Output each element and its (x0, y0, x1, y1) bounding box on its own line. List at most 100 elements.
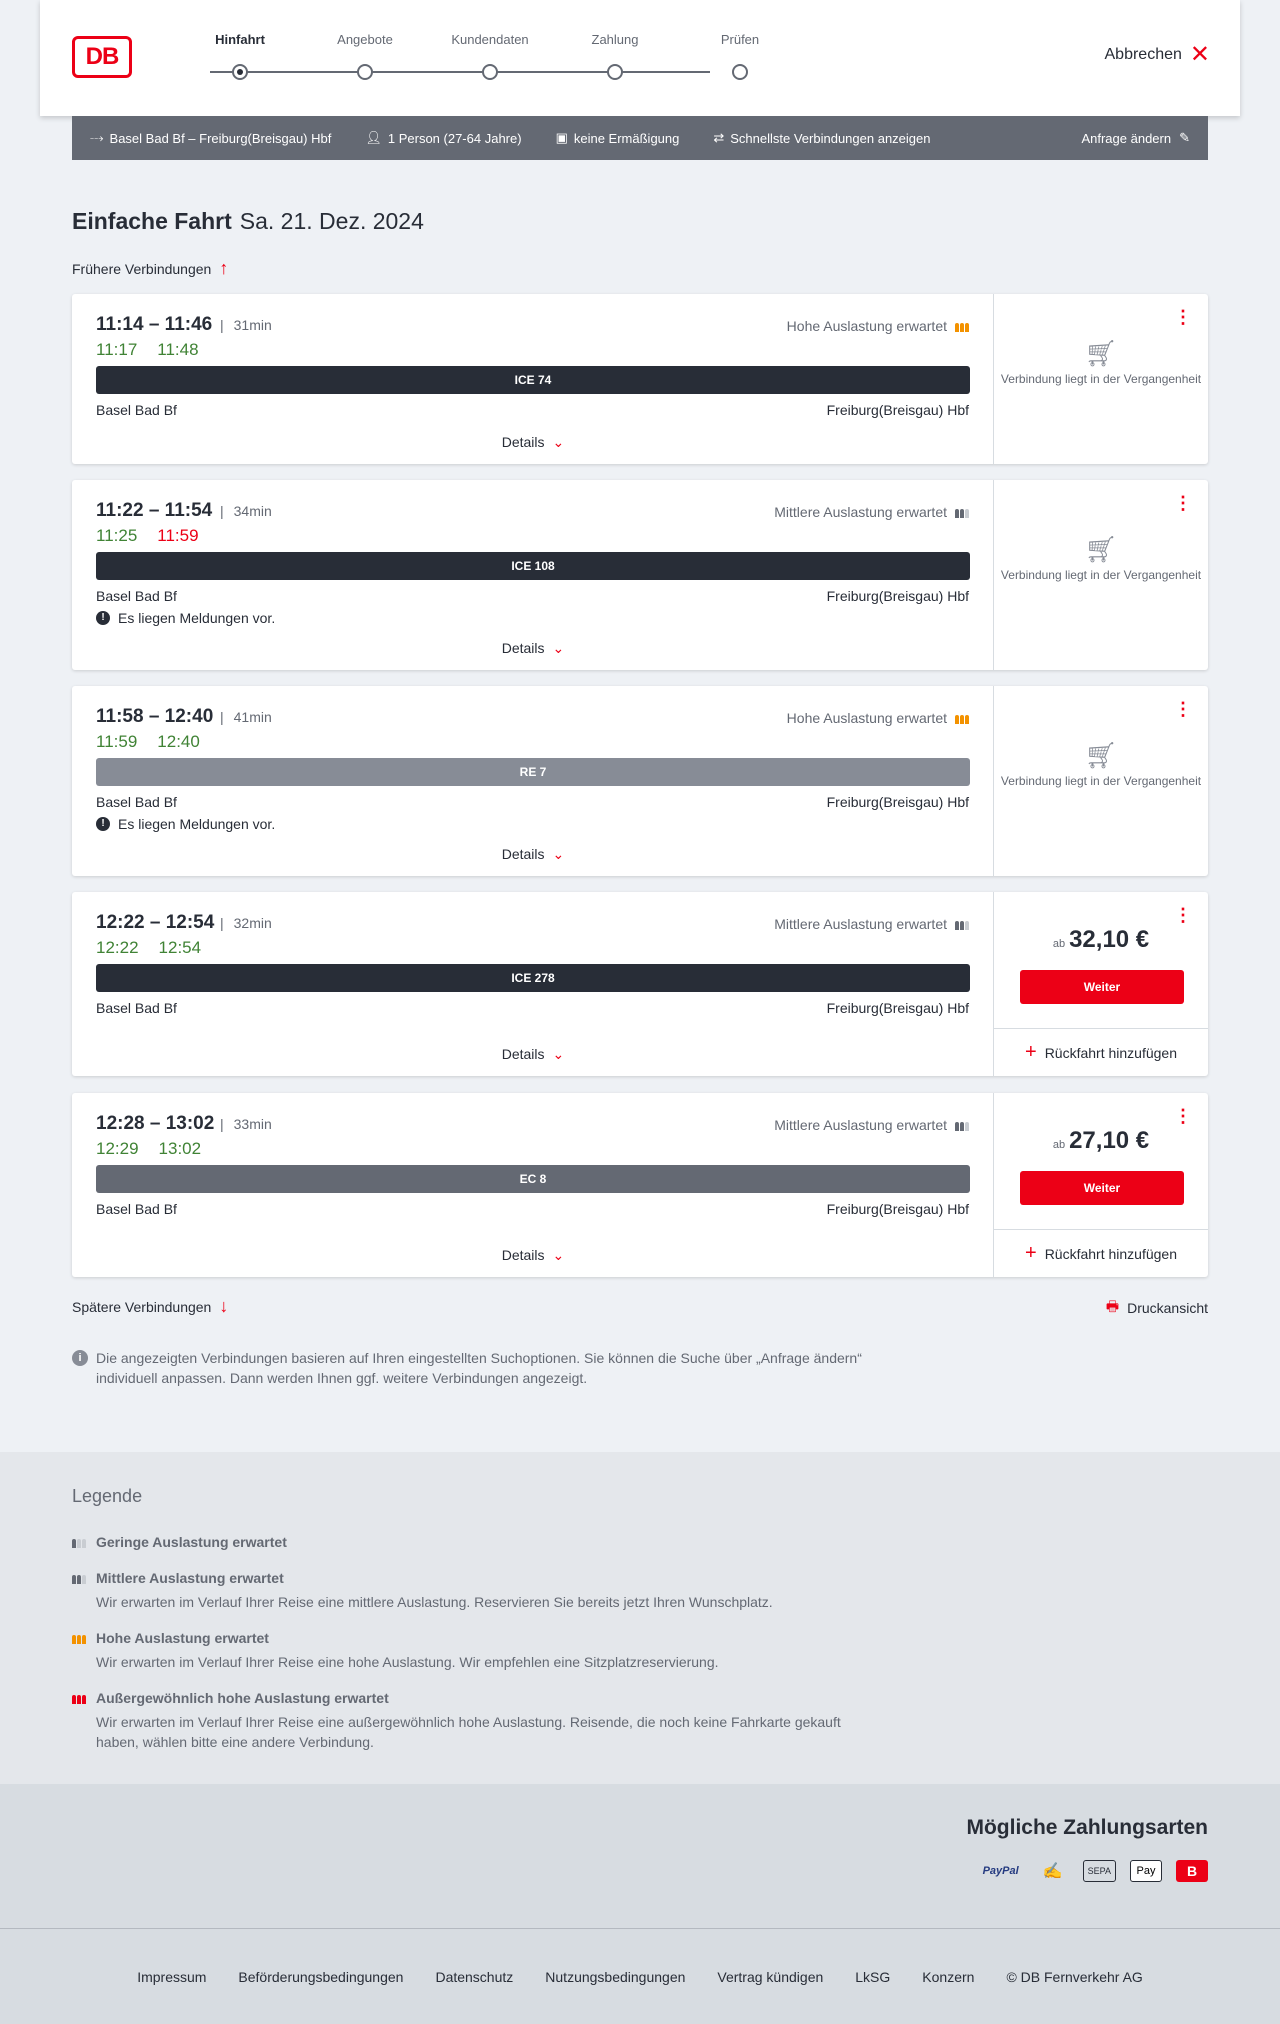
person-icon: 👤︎ (365, 130, 382, 145)
alert-icon: ! (96, 611, 110, 625)
legend-title: Legende (72, 1486, 143, 1506)
arrow-up-icon: ↑ (219, 258, 229, 278)
more-options-icon[interactable]: ⋮ (1174, 1107, 1192, 1125)
train-bar[interactable]: EC 8 (96, 1165, 970, 1193)
arrow-down-icon: ↓ (219, 1296, 229, 1316)
footer-link-impressum[interactable]: Impressum (137, 1969, 206, 1985)
info-icon: i (72, 1350, 88, 1366)
occupancy-indicator: Hohe Auslastung erwartet (787, 710, 969, 726)
connection-card: 12:22 – 12:54 32min 12:22 12:54 Mittlere… (72, 892, 1208, 1076)
payment-logos: PayPal ✍ SEPA Pay B (979, 1860, 1208, 1882)
footer-link-konzern[interactable]: Konzern (922, 1969, 974, 1985)
discount-text: keine Ermäßigung (573, 130, 680, 146)
continue-button[interactable]: Weiter (1020, 970, 1184, 1004)
duration: 34min (220, 503, 272, 519)
offer-panel: ⋮ 🛒︎ Verbindung liegt in der Vergangenhe… (994, 686, 1208, 876)
cart-unavailable-icon: 🛒︎ (1084, 740, 1118, 770)
realtime-departure: 12:22 (96, 938, 139, 957)
more-options-icon[interactable]: ⋮ (1174, 308, 1192, 326)
past-label: Verbindung liegt in der Vergangenheit (1000, 774, 1202, 788)
details-toggle[interactable]: Details ⌄ (72, 434, 994, 451)
planned-times: 11:22 – 11:54 (96, 500, 213, 521)
footer-link-befoerderungsbedingungen[interactable]: Beförderungsbedingungen (238, 1969, 403, 1985)
continue-button[interactable]: Weiter (1020, 1171, 1184, 1205)
earlier-connections-link[interactable]: Frühere Verbindungen ↑ (72, 258, 228, 279)
price: ab 32,10 € (994, 926, 1208, 954)
later-label: Spätere Verbindungen (72, 1298, 212, 1315)
details-toggle[interactable]: Details ⌄ (72, 1247, 994, 1264)
booking-header: DB Hinfahrt Angebote Kundendaten Zahlung… (40, 0, 1240, 116)
passenger-summary: 👤︎ 1 Person (27-64 Jahre) (365, 130, 521, 146)
train-bar[interactable]: ICE 108 (96, 552, 970, 580)
more-options-icon[interactable]: ⋮ (1174, 494, 1192, 512)
past-label: Verbindung liegt in der Vergangenheit (1000, 372, 1202, 386)
more-options-icon[interactable]: ⋮ (1174, 906, 1192, 924)
train-bar[interactable]: ICE 74 (96, 366, 970, 394)
footer-link-lksg[interactable]: LkSG (855, 1969, 890, 1985)
payment-methods: Mögliche Zahlungsarten PayPal ✍ SEPA Pay… (0, 1784, 1280, 1928)
more-options-icon[interactable]: ⋮ (1174, 700, 1192, 718)
step-dot (357, 64, 373, 80)
message-notice: ! Es liegen Meldungen vor. (96, 816, 275, 832)
legend-item-desc: Wir erwarten im Verlauf Ihrer Reise eine… (96, 1594, 773, 1610)
payment-title: Mögliche Zahlungsarten (966, 1816, 1208, 1839)
details-label: Details (501, 846, 545, 862)
occupancy-mid-icon (955, 506, 969, 518)
swap-icon: ⇄ (713, 130, 725, 145)
arrival-station: Freiburg(Breisgau) Hbf (826, 1000, 969, 1016)
message-notice: ! Es liegen Meldungen vor. (96, 610, 275, 626)
trip-date: Sa. 21. Dez. 2024 (239, 208, 424, 234)
chevron-down-icon: ⌄ (552, 846, 565, 862)
footer-link-vertrag-kuendigen[interactable]: Vertrag kündigen (717, 1969, 823, 1985)
occupancy-very-high-icon (72, 1692, 86, 1704)
occupancy-low-icon (72, 1536, 86, 1548)
print-view-button[interactable]: 🖶︎ Druckansicht (1106, 1296, 1208, 1320)
train-bar[interactable]: ICE 278 (96, 964, 970, 992)
footer-link-nutzungsbedingungen[interactable]: Nutzungsbedingungen (545, 1969, 685, 1985)
train-bar[interactable]: RE 7 (96, 758, 970, 786)
cancel-button[interactable]: Abbrechen ✕ (1105, 43, 1211, 67)
past-connection-note: 🛒︎ Verbindung liegt in der Vergangenheit (994, 338, 1208, 387)
trip-type: Einfache Fahrt (72, 208, 232, 234)
add-return-button[interactable]: + Rückfahrt hinzufügen (994, 1229, 1208, 1277)
add-return-button[interactable]: + Rückfahrt hinzufügen (994, 1028, 1208, 1076)
realtime-times: 11:25 11:59 (96, 526, 199, 546)
alert-icon: ! (96, 817, 110, 831)
db-logo[interactable]: DB (72, 36, 132, 78)
edit-query-button[interactable]: Anfrage ändern ✎ (1081, 130, 1190, 146)
realtime-arrival: 11:48 (157, 340, 199, 359)
add-return-label: Rückfahrt hinzufügen (1044, 1044, 1177, 1061)
details-toggle[interactable]: Details ⌄ (72, 640, 994, 657)
realtime-arrival: 11:59 (157, 526, 199, 545)
price-value: 27,10 € (1069, 1127, 1150, 1154)
message-text: Es liegen Meldungen vor. (118, 816, 276, 832)
step-kundendaten: Kundendaten (430, 32, 550, 80)
past-label: Verbindung liegt in der Vergangenheit (1000, 568, 1202, 582)
connection-main: 11:14 – 11:46 31min 11:17 11:48 Hohe Aus… (72, 294, 994, 464)
details-label: Details (501, 1046, 545, 1062)
details-toggle[interactable]: Details ⌄ (72, 1046, 994, 1063)
offer-panel: ⋮ 🛒︎ Verbindung liegt in der Vergangenhe… (994, 294, 1208, 464)
realtime-times: 12:29 13:02 (96, 1139, 201, 1159)
cart-unavailable-icon: 🛒︎ (1084, 338, 1118, 368)
step-label: Prüfen (720, 32, 760, 47)
realtime-departure: 11:25 (96, 526, 138, 545)
route-text: Basel Bad Bf – Freiburg(Breisgau) Hbf (109, 130, 332, 146)
departure-station: Basel Bad Bf (96, 588, 177, 604)
paypal-logo: PayPal (982, 1865, 1019, 1877)
occupancy-indicator: Mittlere Auslastung erwartet (774, 504, 969, 520)
arrival-station: Freiburg(Breisgau) Hbf (826, 402, 969, 418)
legend-item-very-high: Außergewöhnlich hohe Auslastung erwartet… (72, 1690, 872, 1752)
planned-times: 11:14 – 11:46 (96, 314, 213, 335)
details-toggle[interactable]: Details ⌄ (72, 846, 994, 863)
direct-debit-icon: ✍ (1042, 1863, 1063, 1880)
progress-line (210, 71, 710, 73)
occupancy-high-icon (72, 1632, 86, 1644)
footer-link-datenschutz[interactable]: Datenschutz (435, 1969, 513, 1985)
later-connections-link[interactable]: Spätere Verbindungen ↓ (72, 1296, 228, 1317)
legend-item-low: Geringe Auslastung erwartet (72, 1534, 872, 1550)
realtime-departure: 11:59 (96, 732, 138, 751)
past-connection-note: 🛒︎ Verbindung liegt in der Vergangenheit (994, 536, 1208, 583)
chevron-down-icon: ⌄ (552, 434, 565, 450)
occupancy-label: Hohe Auslastung erwartet (786, 710, 947, 726)
